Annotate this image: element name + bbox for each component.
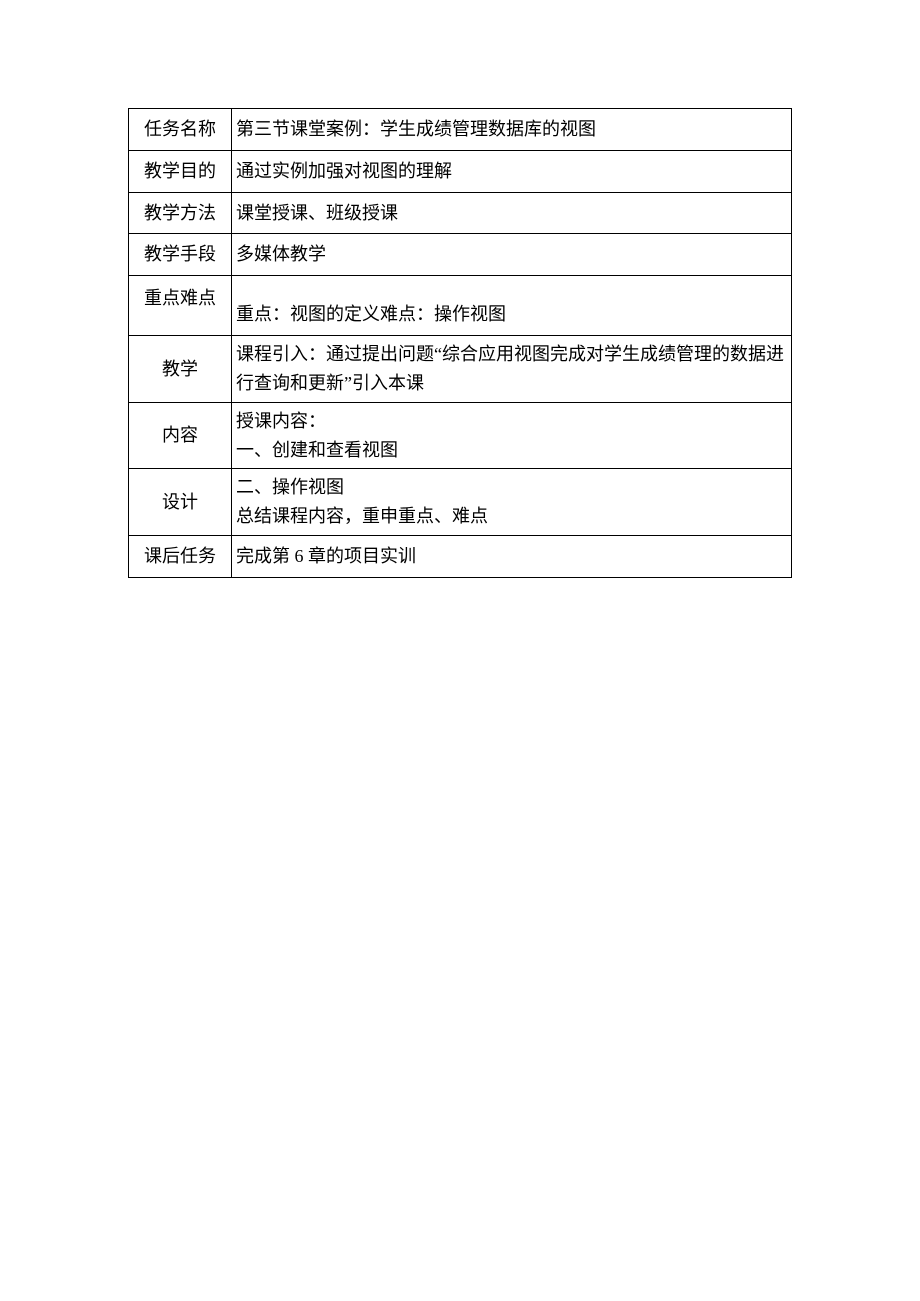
value-teach-design-summary: 二、操作视图 总结课程内容，重申重点、难点 <box>232 469 792 536</box>
value-teach-design-content: 授课内容： 一、创建和查看视图 <box>232 402 792 469</box>
table-row: 教学目的 通过实例加强对视图的理解 <box>129 150 792 192</box>
table-row: 内容 授课内容： 一、创建和查看视图 <box>129 402 792 469</box>
lesson-plan-table: 任务名称 第三节课堂案例：学生成绩管理数据库的视图 教学目的 通过实例加强对视图… <box>128 108 792 578</box>
label-teach-method: 教学方法 <box>129 192 232 234</box>
label-teach-objective: 教学目的 <box>129 150 232 192</box>
table-row: 重点难点 重点：视图的定义难点：操作视图 <box>129 276 792 336</box>
teach-design-content-line2: 一、创建和查看视图 <box>236 436 787 465</box>
value-teach-method: 课堂授课、班级授课 <box>232 192 792 234</box>
teach-design-summary-line2: 总结课程内容，重申重点、难点 <box>236 502 787 531</box>
table-row: 教学方法 课堂授课、班级授课 <box>129 192 792 234</box>
label-key-difficulty: 重点难点 <box>129 276 232 336</box>
table-row: 设计 二、操作视图 总结课程内容，重申重点、难点 <box>129 469 792 536</box>
label-task-name: 任务名称 <box>129 109 232 151</box>
value-teach-design-intro: 课程引入：通过提出问题“综合应用视图完成对学生成绩管理的数据进行查询和更新”引入… <box>232 336 792 403</box>
table-row: 课后任务 完成第 6 章的项目实训 <box>129 535 792 577</box>
teach-design-intro-text: 课程引入：通过提出问题“综合应用视图完成对学生成绩管理的数据进行查询和更新”引入… <box>236 340 787 398</box>
value-homework: 完成第 6 章的项目实训 <box>232 535 792 577</box>
label-teach-design-2: 内容 <box>129 402 232 469</box>
table-row: 任务名称 第三节课堂案例：学生成绩管理数据库的视图 <box>129 109 792 151</box>
teach-design-summary-line1: 二、操作视图 <box>236 473 787 502</box>
table-row: 教学手段 多媒体教学 <box>129 234 792 276</box>
label-teach-design-1: 教学 <box>129 336 232 403</box>
label-teach-means: 教学手段 <box>129 234 232 276</box>
label-teach-design-3: 设计 <box>129 469 232 536</box>
teach-design-content-line1: 授课内容： <box>236 407 787 436</box>
value-task-name: 第三节课堂案例：学生成绩管理数据库的视图 <box>232 109 792 151</box>
value-key-difficulty: 重点：视图的定义难点：操作视图 <box>232 276 792 336</box>
value-teach-means: 多媒体教学 <box>232 234 792 276</box>
value-teach-objective: 通过实例加强对视图的理解 <box>232 150 792 192</box>
label-homework: 课后任务 <box>129 535 232 577</box>
table-row: 教学 课程引入：通过提出问题“综合应用视图完成对学生成绩管理的数据进行查询和更新… <box>129 336 792 403</box>
